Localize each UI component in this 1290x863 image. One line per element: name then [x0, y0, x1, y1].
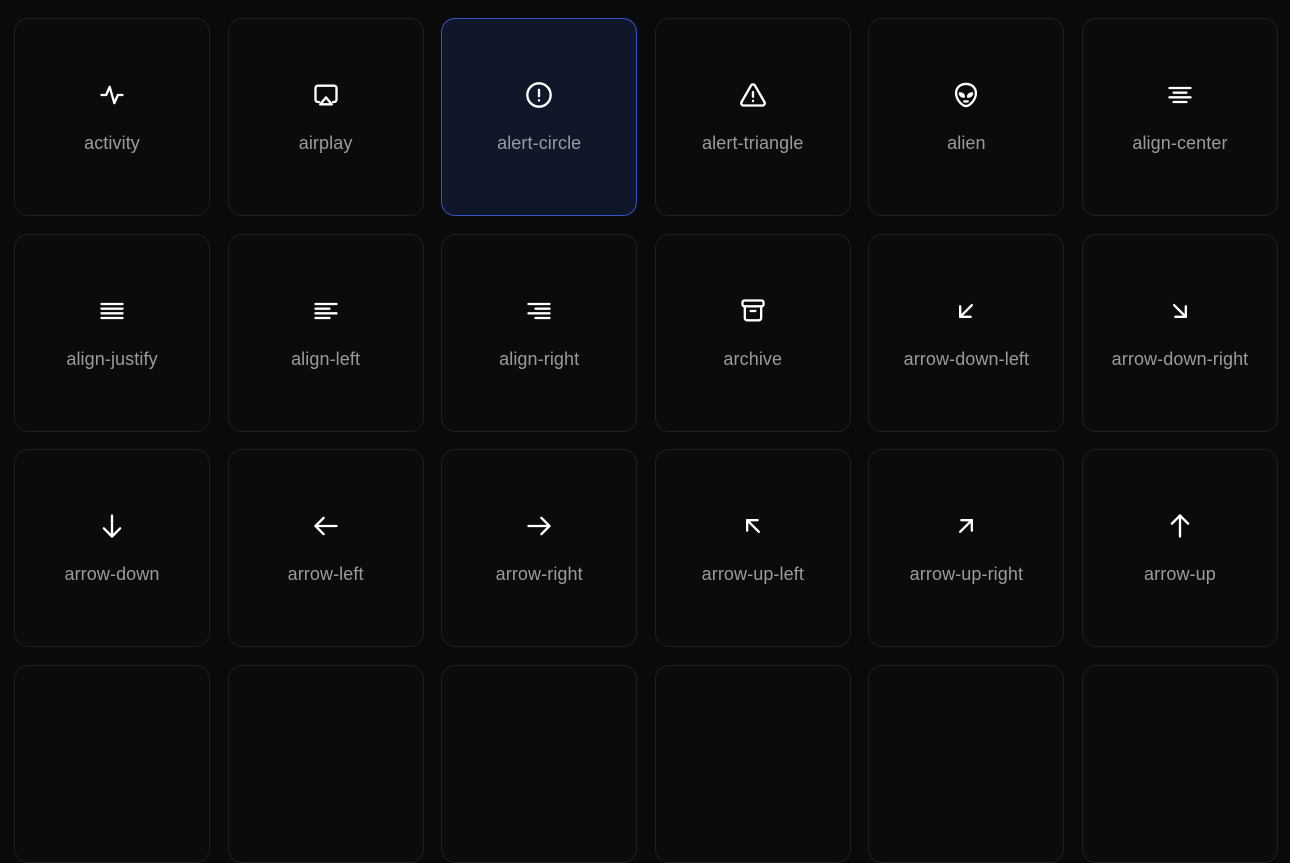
icon-tile-arrow-left[interactable]: arrow-left [227, 449, 424, 648]
icon-tile-label: archive [723, 348, 783, 369]
icon-tile-alert-triangle[interactable]: alert-triangle [654, 18, 851, 216]
icon-tile-arrow-up-left[interactable]: arrow-up-left [654, 449, 851, 648]
icon-tile[interactable] [868, 664, 1065, 863]
icon-tile-label: align-justify [66, 348, 158, 369]
icon-tile-label: alert-triangle [702, 133, 804, 153]
icon-tile-alien[interactable]: alien [868, 18, 1065, 216]
icon-tile-arrow-up[interactable]: arrow-up [1081, 449, 1278, 648]
icon-tile-label: arrow-left [287, 564, 364, 585]
icon-tile-label: arrow-right [495, 564, 583, 585]
arrow-up-left-icon [738, 511, 768, 541]
arrow-left-icon [311, 511, 341, 541]
activity-icon [97, 80, 127, 110]
icon-tile-label: arrow-down-left [903, 348, 1030, 369]
align-left-icon [311, 296, 341, 326]
icon-tile-label: arrow-down-right [1111, 348, 1249, 369]
alert-triangle-icon [738, 80, 768, 110]
arrow-down-left-icon [951, 296, 981, 326]
icon-tile-label: align-left [291, 348, 361, 369]
icon-tile-airplay[interactable]: airplay [227, 18, 424, 216]
icon-tile-label: arrow-down [64, 564, 160, 585]
arrow-right-icon [524, 511, 554, 541]
align-center-icon [1165, 80, 1195, 110]
icon-tile-archive[interactable]: archive [654, 233, 851, 432]
arrow-up-right-icon [951, 511, 981, 541]
alert-circle-icon [524, 80, 554, 110]
arrow-up-icon [1165, 511, 1195, 541]
airplay-icon [311, 80, 341, 110]
icon-tile-align-justify[interactable]: align-justify [14, 233, 210, 432]
archive-icon [738, 296, 768, 326]
icon-tile-activity[interactable]: activity [14, 18, 210, 216]
icon-tile-label: alert-circle [497, 133, 582, 153]
icon-tile[interactable] [441, 664, 638, 863]
icon-grid: activity airplay alert-circle alert-tria… [14, 18, 1278, 863]
icon-tile[interactable] [227, 664, 424, 863]
icon-tile[interactable] [14, 664, 210, 863]
icon-tile-align-center[interactable]: align-center [1081, 18, 1278, 216]
icon-tile-label: airplay [298, 133, 353, 153]
alien-icon [951, 80, 981, 110]
icon-tile-label: alien [947, 133, 986, 153]
icon-tile-label: arrow-up-left [701, 564, 804, 585]
arrow-down-right-icon [1165, 296, 1195, 326]
icon-tile-align-right[interactable]: align-right [441, 233, 638, 432]
align-right-icon [524, 296, 554, 326]
icon-tile-arrow-down[interactable]: arrow-down [14, 449, 210, 648]
icon-tile-label: align-right [499, 348, 580, 369]
align-justify-icon [97, 296, 127, 326]
icon-tile-label: activity [84, 133, 140, 153]
icon-tile-arrow-up-right[interactable]: arrow-up-right [868, 449, 1065, 648]
icon-tile[interactable] [1081, 664, 1278, 863]
icon-tile-label: arrow-up-right [909, 564, 1024, 585]
icon-tile-arrow-down-left[interactable]: arrow-down-left [868, 233, 1065, 432]
icon-tile-label: arrow-up [1144, 564, 1216, 585]
icon-tile-alert-circle[interactable]: alert-circle [441, 18, 638, 216]
icon-tile-arrow-down-right[interactable]: arrow-down-right [1081, 233, 1278, 432]
icon-tile[interactable] [654, 664, 851, 863]
icon-tile-arrow-right[interactable]: arrow-right [441, 449, 638, 648]
icon-tile-label: align-center [1132, 133, 1228, 153]
arrow-down-icon [97, 511, 127, 541]
icon-tile-align-left[interactable]: align-left [227, 233, 424, 432]
